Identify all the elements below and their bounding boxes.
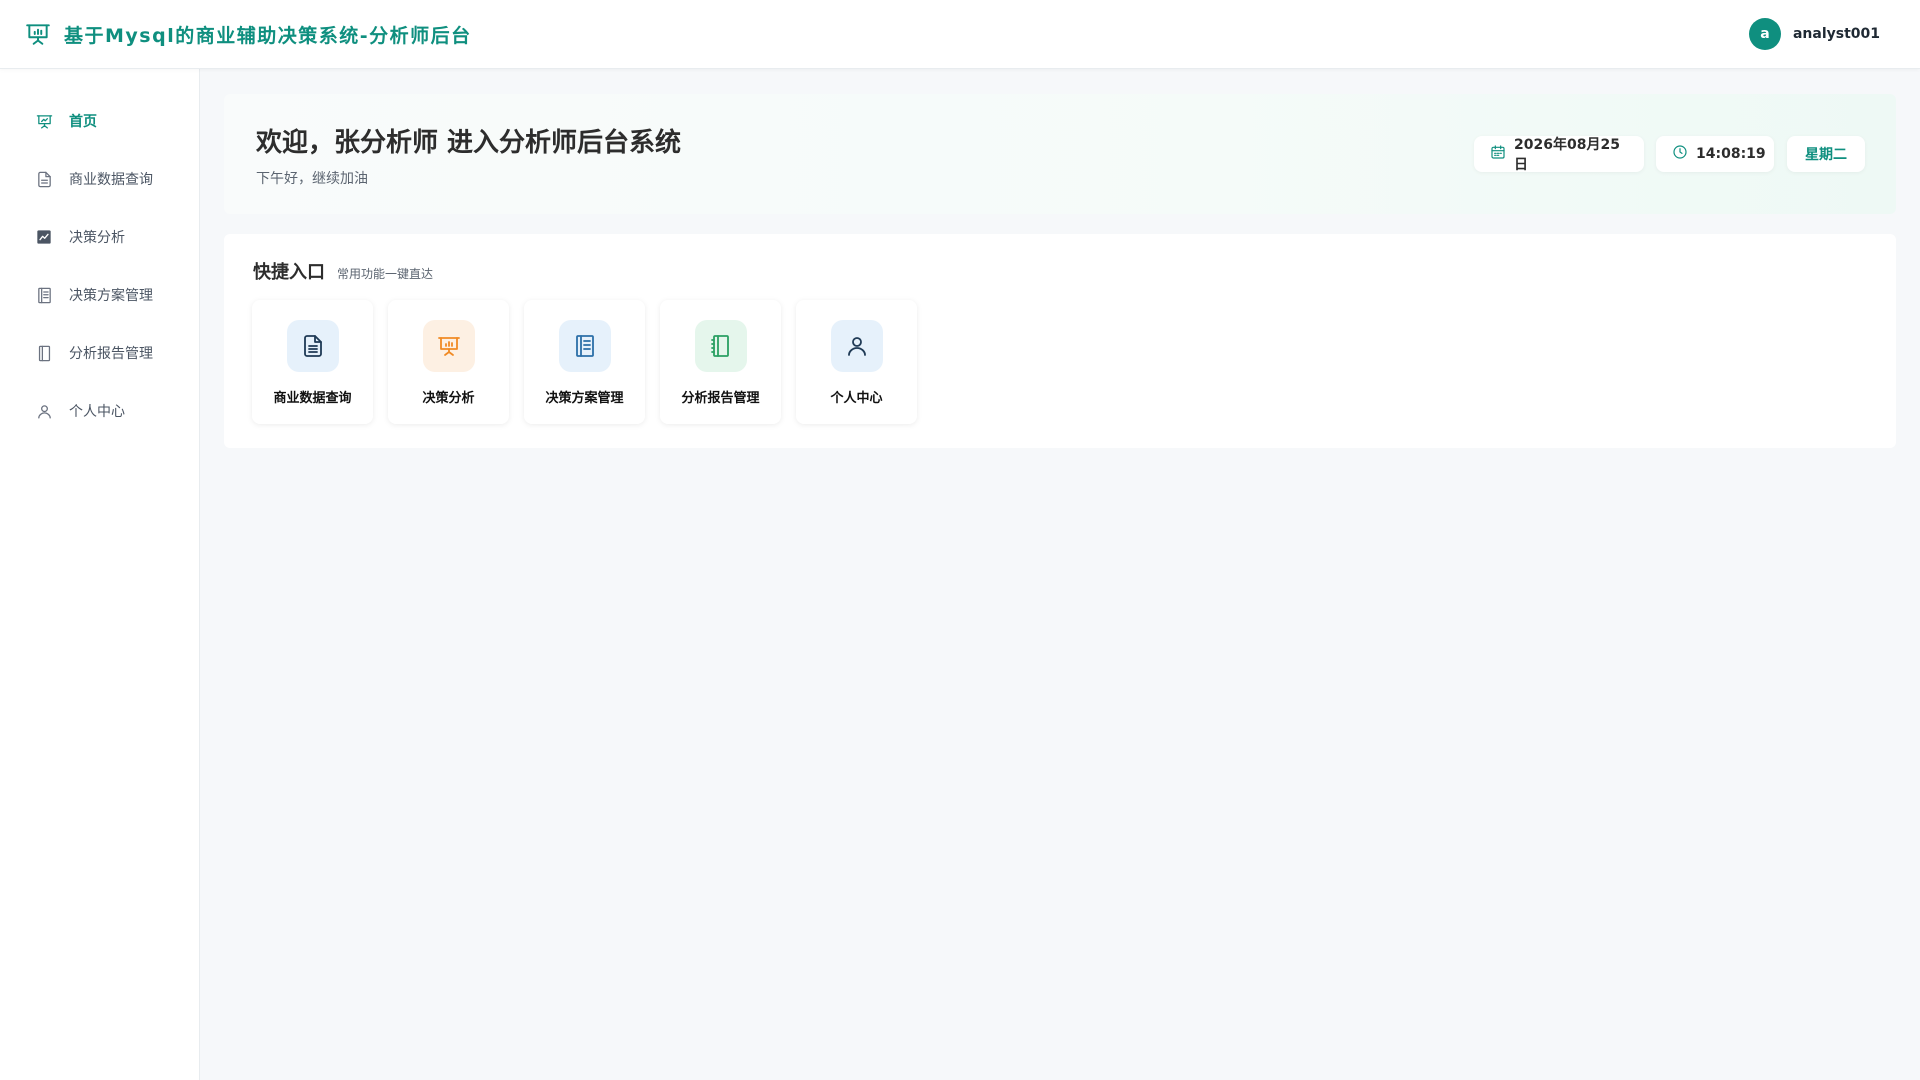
sidebar-item-label: 分析报告管理 — [69, 346, 153, 362]
quick-card-label: 决策方案管理 — [545, 391, 624, 406]
list-book-icon — [35, 286, 53, 304]
sidebar-item-plan-management[interactable]: 决策方案管理 — [0, 266, 199, 324]
notebook-icon — [694, 320, 747, 372]
user-icon — [830, 320, 883, 372]
document-icon — [286, 320, 339, 372]
quick-access-header: 快捷入口 常用功能一键直达 — [253, 258, 433, 284]
date-text: 2026年08月25日 — [1514, 137, 1620, 173]
top-header: 基于Mysql的商业辅助决策系统-分析师后台 a analyst001 — [0, 0, 1920, 69]
sidebar-item-label: 个人中心 — [69, 404, 125, 420]
sidebar: 首页 商业数据查询 决策分析 决策方案管理 分析报告管理 个人中心 — [0, 69, 200, 1080]
time-badge: 14:08:19 — [1656, 136, 1774, 172]
date-badge: 2026年08月25日 — [1474, 136, 1644, 173]
quick-card-label: 决策分析 — [422, 391, 475, 406]
notebook-icon — [35, 344, 53, 362]
user-menu[interactable]: a analyst001 — [1748, 18, 1880, 50]
welcome-title: 欢迎，张分析师 进入分析师后台系统 — [256, 128, 682, 158]
quick-card-label: 个人中心 — [830, 391, 883, 406]
quick-access-panel: 快捷入口 常用功能一键直达 商业数据查询 决策分析 决策方案管理 分析报告管理 … — [224, 234, 1896, 448]
sidebar-item-profile[interactable]: 个人中心 — [0, 382, 199, 440]
quick-card-label: 商业数据查询 — [273, 391, 352, 406]
line-chart-icon — [35, 228, 53, 246]
document-icon — [35, 170, 53, 188]
calendar-icon — [1490, 144, 1506, 164]
sidebar-item-home[interactable]: 首页 — [0, 92, 199, 150]
avatar[interactable]: a — [1748, 18, 1781, 50]
time-text: 14:08:19 — [1696, 146, 1766, 162]
quick-card-data-query[interactable]: 商业数据查询 — [252, 300, 373, 424]
sidebar-item-label: 商业数据查询 — [69, 172, 153, 188]
presentation-chart-icon — [35, 112, 53, 130]
brand[interactable]: 基于Mysql的商业辅助决策系统-分析师后台 — [24, 20, 472, 48]
weekday-badge: 星期二 — [1787, 136, 1865, 172]
clock-icon — [1672, 144, 1688, 164]
welcome-banner: 欢迎，张分析师 进入分析师后台系统 下午好，继续加油 2026年08月25日 1… — [224, 94, 1896, 214]
sidebar-item-report-management[interactable]: 分析报告管理 — [0, 324, 199, 382]
weekday-text: 星期二 — [1805, 147, 1847, 163]
user-icon — [35, 402, 53, 420]
presentation-chart-icon — [422, 320, 475, 372]
sidebar-item-decision-analysis[interactable]: 决策分析 — [0, 208, 199, 266]
sidebar-item-data-query[interactable]: 商业数据查询 — [0, 150, 199, 208]
quick-access-subtitle: 常用功能一键直达 — [337, 267, 434, 281]
list-book-icon — [558, 320, 611, 372]
quick-access-title: 快捷入口 — [253, 262, 325, 283]
sidebar-item-label: 首页 — [69, 114, 97, 130]
sidebar-item-label: 决策方案管理 — [69, 288, 153, 304]
quick-card-report-management[interactable]: 分析报告管理 — [660, 300, 781, 424]
quick-card-profile[interactable]: 个人中心 — [796, 300, 917, 424]
username[interactable]: analyst001 — [1793, 26, 1880, 42]
sidebar-item-label: 决策分析 — [69, 230, 125, 246]
presentation-chart-icon — [24, 20, 52, 48]
app-title: 基于Mysql的商业辅助决策系统-分析师后台 — [64, 24, 472, 47]
quick-access-cards: 商业数据查询 决策分析 决策方案管理 分析报告管理 个人中心 — [252, 300, 917, 424]
quick-card-decision-analysis[interactable]: 决策分析 — [388, 300, 509, 424]
quick-card-label: 分析报告管理 — [681, 391, 760, 406]
quick-card-plan-management[interactable]: 决策方案管理 — [524, 300, 645, 424]
welcome-subtitle: 下午好，继续加油 — [256, 171, 368, 187]
